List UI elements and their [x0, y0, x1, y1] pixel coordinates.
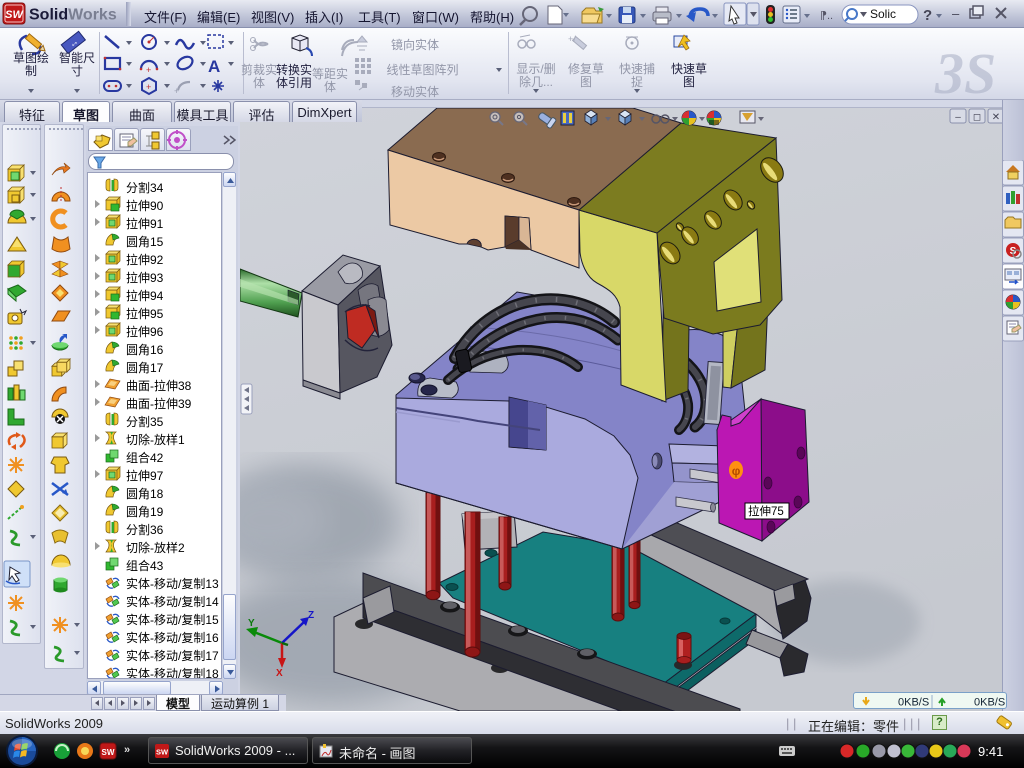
svg-text:SW: SW	[102, 748, 115, 757]
svg-text:SolidWorks: SolidWorks	[29, 7, 117, 24]
svg-text:+: +	[146, 82, 151, 92]
svg-text:◻: ◻	[973, 112, 981, 123]
svg-text:+/: +/	[568, 34, 576, 44]
svg-text:SW: SW	[5, 9, 24, 21]
svg-text:φ: φ	[732, 464, 741, 478]
svg-text:0KB/S: 0KB/S	[898, 697, 929, 709]
svg-text:+: +	[174, 86, 179, 96]
svg-text:»: »	[124, 744, 130, 756]
svg-text:Solic: Solic	[870, 7, 896, 21]
svg-text:3S: 3S	[934, 41, 996, 100]
svg-text:–: –	[952, 6, 960, 21]
svg-text:–: –	[955, 112, 961, 123]
svg-text:0KB/S: 0KB/S	[974, 697, 1005, 709]
svg-text:?: ?	[923, 7, 932, 24]
svg-text:Z: Z	[308, 610, 314, 621]
svg-text:X: X	[276, 668, 283, 679]
svg-text:✕: ✕	[992, 112, 1000, 123]
svg-text:拉伸75: 拉伸75	[748, 504, 784, 518]
svg-text:⁋..: ⁋..	[820, 10, 833, 22]
svg-text:Y: Y	[248, 618, 255, 629]
svg-text:+: +	[146, 65, 151, 75]
svg-text:SW: SW	[156, 748, 169, 757]
svg-text:A: A	[208, 57, 220, 76]
